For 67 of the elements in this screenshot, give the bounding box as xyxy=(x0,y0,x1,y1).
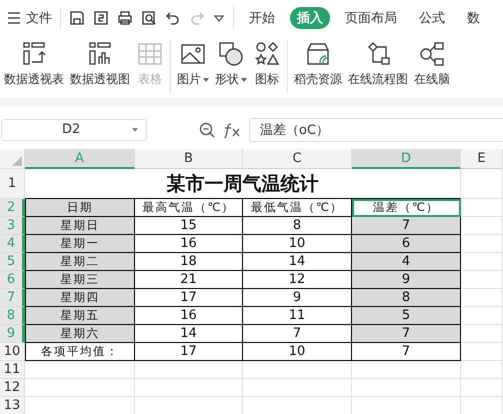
column-header[interactable]: B xyxy=(135,149,243,169)
ribbon-button[interactable]: 形状 xyxy=(215,40,247,88)
table-cell: 星期六 xyxy=(25,325,135,343)
table-cell: 16 xyxy=(135,235,243,253)
table-cell: 16 xyxy=(135,307,243,325)
empty-cell xyxy=(461,199,503,217)
table-cell: 18 xyxy=(135,253,243,271)
table-cell: 星期日 xyxy=(25,217,135,235)
mind-map-icon xyxy=(418,40,446,68)
save-icon[interactable] xyxy=(69,10,85,26)
menu-icon[interactable] xyxy=(7,12,21,24)
ribbon-tab[interactable]: 开始 xyxy=(242,7,282,29)
ribbon-button[interactable]: 图标 xyxy=(253,40,281,88)
table-cell: 14 xyxy=(135,325,243,343)
print-preview-icon[interactable] xyxy=(141,10,157,26)
shapes-icon xyxy=(217,40,245,68)
table-cell: 星期三 xyxy=(25,271,135,289)
table-cell: 最高气温（℃） xyxy=(135,199,243,217)
table-cell: 7 xyxy=(352,343,461,361)
zoom-icon[interactable] xyxy=(199,122,215,138)
table-cell: 8 xyxy=(352,289,461,307)
row-header[interactable]: 10 xyxy=(0,343,25,361)
table-cell: 17 xyxy=(135,343,243,361)
table-cell: 17 xyxy=(135,289,243,307)
table-cell: 星期四 xyxy=(25,289,135,307)
table-cell: 7 xyxy=(352,325,461,343)
file-menu[interactable]: 文件 xyxy=(26,9,52,27)
column-header[interactable]: E xyxy=(461,149,503,169)
empty-cell xyxy=(461,343,503,361)
table-cell: 4 xyxy=(352,253,461,271)
column-header[interactable]: C xyxy=(243,149,352,169)
table-cell: 9 xyxy=(352,271,461,289)
ribbon-tab[interactable]: 页面布局 xyxy=(338,7,404,29)
row-header[interactable]: 12 xyxy=(0,379,25,397)
ribbon-tab[interactable]: 公式 xyxy=(412,7,452,29)
table-cell: 温差（℃） xyxy=(352,199,461,217)
table-cell: 15 xyxy=(135,217,243,235)
table-cell: 星期一 xyxy=(25,235,135,253)
ribbon-button[interactable]: 在线脑 xyxy=(414,40,450,88)
name-box[interactable]: D2 xyxy=(1,118,147,140)
table-cell: 最低气温（℃） xyxy=(243,199,352,217)
row-header[interactable]: 1 xyxy=(0,169,25,199)
ribbon-button[interactable]: 数据透视表 xyxy=(4,40,64,88)
row-header[interactable]: 11 xyxy=(0,361,25,379)
export-icon[interactable] xyxy=(93,10,109,26)
row-header[interactable]: 13 xyxy=(0,397,25,414)
empty-cell xyxy=(461,379,503,397)
table-cell: 10 xyxy=(243,343,352,361)
table-cell: 5 xyxy=(352,307,461,325)
ribbon-tab[interactable]: 数 xyxy=(460,7,487,29)
empty-cell xyxy=(461,361,503,379)
ribbon-button[interactable]: 图片 xyxy=(177,40,209,88)
print-icon[interactable] xyxy=(117,10,133,26)
table-cell: 各项平均值： xyxy=(25,343,135,361)
table-cell: 星期五 xyxy=(25,307,135,325)
table-cell: 星期二 xyxy=(25,253,135,271)
table-cell: 7 xyxy=(352,217,461,235)
formula-field[interactable]: 温差（oC） xyxy=(249,118,503,142)
table-cell: 6 xyxy=(352,235,461,253)
ribbon-button[interactable]: 稻壳资源 xyxy=(294,40,342,88)
undo-icon[interactable] xyxy=(165,10,181,26)
function-icon[interactable] xyxy=(223,122,241,138)
ribbon-button[interactable]: 在线流程图 xyxy=(348,40,408,88)
table-cell: 日期 xyxy=(25,199,135,217)
empty-cell xyxy=(461,169,503,199)
table-cell: 21 xyxy=(135,271,243,289)
ribbon-button[interactable]: 数据透视图 xyxy=(70,40,130,88)
